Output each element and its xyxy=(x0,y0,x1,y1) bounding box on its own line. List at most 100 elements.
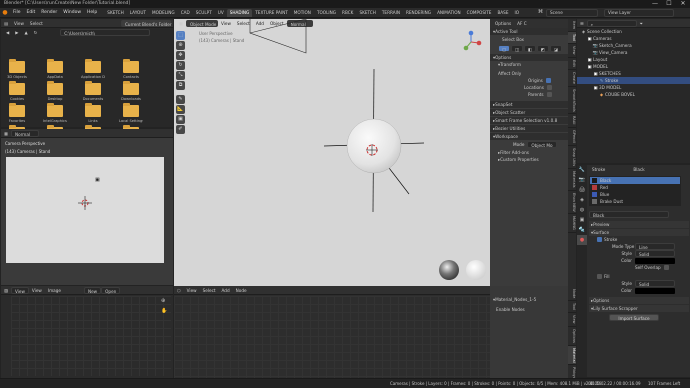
ie-menu-image[interactable]: Image xyxy=(45,287,64,294)
outliner-search-icon[interactable]: ⌕ xyxy=(586,19,637,27)
select-intersect-icon[interactable]: ◪ xyxy=(549,44,562,52)
ie-pan-icon[interactable]: ✋ xyxy=(161,308,167,314)
smart-frame-panel[interactable]: ▸ Smart Frame Selection v1.0.8 xyxy=(490,117,568,124)
ie-menu-view[interactable]: View xyxy=(29,287,45,294)
select-subtract-icon[interactable]: ◧ xyxy=(523,44,536,52)
folder-item[interactable]: Local Settings xyxy=(119,103,143,123)
node-editor-icon[interactable]: ⬡ xyxy=(174,287,184,294)
sidebar-tab-mahng[interactable]: MAHNG xyxy=(568,214,576,234)
select-extend-icon[interactable]: ◫ xyxy=(510,44,523,52)
workspace-tab-uv[interactable]: UV xyxy=(215,9,227,17)
close-button[interactable]: ✕ xyxy=(676,0,690,8)
scene-props-icon[interactable]: ◈ xyxy=(577,195,587,205)
cursor-tool-icon[interactable]: ⊕ xyxy=(176,41,185,50)
folder-item[interactable]: Documents xyxy=(81,81,105,101)
sidebar-tab-materials[interactable]: Materials xyxy=(568,169,576,191)
fb-menu-select[interactable]: Select xyxy=(27,20,46,27)
blender-logo-icon[interactable]: ● xyxy=(0,9,10,16)
sidebar-tab-view[interactable]: View xyxy=(568,44,576,58)
material-slot[interactable]: Brake Dust xyxy=(590,198,680,205)
add-cube-tool-icon[interactable]: ▣ xyxy=(176,115,185,124)
folder-item[interactable]: Cookies xyxy=(5,81,29,101)
render-props-icon[interactable]: 📷 xyxy=(577,175,587,185)
annotate-tool-icon[interactable]: ✎ xyxy=(176,95,185,104)
outliner-item[interactable]: ◆ COUBE BOVEL xyxy=(577,91,690,98)
workspace-tab-layout[interactable]: LAYOUT xyxy=(127,9,149,17)
image-editor-icon[interactable]: ▨ xyxy=(1,287,11,294)
workspace-tab-texture-paint[interactable]: TEXTURE PAINT xyxy=(252,9,291,17)
workspace-tab-animation[interactable]: ANIMATION xyxy=(434,9,464,17)
node-tab-view[interactable]: View xyxy=(568,313,576,327)
fb-menu-view[interactable]: View xyxy=(11,20,27,27)
sphere-object[interactable] xyxy=(324,64,434,214)
ie-view-dropdown[interactable]: View xyxy=(10,286,29,294)
ne-menu-select[interactable]: Select xyxy=(200,287,219,294)
outliner-item[interactable]: ▣ Layout xyxy=(577,56,690,63)
preview-panel[interactable]: ▸ Preview xyxy=(589,221,689,228)
back-icon[interactable]: ◀ xyxy=(3,29,12,36)
select-invert-icon[interactable]: ◩ xyxy=(536,44,549,52)
workspace-mode-dropdown[interactable]: Object Mo xyxy=(527,141,558,148)
sidebar-tab-ehon-new[interactable]: Ehon NEW xyxy=(568,191,576,215)
scale-tool-icon[interactable]: ⤡ xyxy=(176,71,185,80)
move-tool-icon[interactable]: ✥ xyxy=(176,51,185,60)
object-scatter-panel[interactable]: ▸ Object Scatter xyxy=(490,109,568,116)
material-name-field[interactable]: Black xyxy=(589,211,669,218)
workspace-tab-sculpt[interactable]: SCULPT xyxy=(193,9,215,17)
menu-window[interactable]: Window xyxy=(60,8,84,18)
options-panel[interactable]: ▾ Options xyxy=(490,54,568,61)
outliner-item[interactable]: ✎ Stroke xyxy=(577,77,690,84)
path-field[interactable]: C:\Users\rnich\ xyxy=(60,29,151,36)
folder-item[interactable]: Favorites xyxy=(5,103,29,123)
folder-item[interactable]: 3D Objects xyxy=(5,59,29,79)
sidebar-tab-gpencil[interactable]: GPencil xyxy=(568,128,576,147)
stroke-color-swatch[interactable] xyxy=(635,257,675,264)
sidebar-tab-item[interactable]: Item xyxy=(568,19,576,33)
workspace-tab-base[interactable]: BASE xyxy=(494,9,511,17)
workspace-tab-rendering[interactable]: RENDERING xyxy=(403,9,434,17)
sidebar-tab-snap-utils[interactable]: Snap Utils xyxy=(568,146,576,170)
node-tab-tool[interactable]: Tool xyxy=(568,301,576,314)
workspace-tab-terrain[interactable]: TERRAIN xyxy=(379,9,403,17)
workspace-tab-motion[interactable]: MOTION xyxy=(291,9,314,17)
outliner-item[interactable]: ▣ MODEL xyxy=(577,63,690,70)
workspace-panel[interactable]: ▾ Workspace xyxy=(490,133,568,140)
select-new-icon[interactable]: ▢ xyxy=(498,44,510,52)
camera-view-mode[interactable]: Normal xyxy=(10,129,39,137)
viewport-editor-icon[interactable]: ▦ xyxy=(176,20,186,27)
workspace-tab-modeling[interactable]: MODELING xyxy=(149,9,178,17)
fill-style-dropdown[interactable]: Solid xyxy=(635,280,675,287)
fill-color-swatch[interactable] xyxy=(635,287,675,294)
workspace-tab-tooling[interactable]: TOOLING xyxy=(314,9,339,17)
parent-dir-icon[interactable]: ▲ xyxy=(21,29,30,36)
maximize-button[interactable]: ☐ xyxy=(662,0,676,8)
view-layer-selector[interactable]: View Layer xyxy=(604,9,674,17)
refresh-icon[interactable]: ↻ xyxy=(31,29,41,36)
image-editor[interactable]: ▨ View View Image New Open ⊕ ✋ xyxy=(1,286,173,378)
folder-item[interactable]: AppData xyxy=(43,59,67,79)
main-viewport[interactable]: ▦ Object Mode View Select Add Object Nor… xyxy=(174,19,490,287)
select-box-row[interactable]: Select Box xyxy=(490,35,568,44)
vp-menu-view[interactable]: View xyxy=(218,20,234,27)
ne-menu-view[interactable]: View xyxy=(184,287,200,294)
outliner-item[interactable]: 📷 Sketch_Camera xyxy=(577,42,690,49)
menu-help[interactable]: Help xyxy=(84,8,100,18)
ie-zoom-icon[interactable]: ⊕ xyxy=(161,298,165,304)
material-slot[interactable]: Black xyxy=(590,177,680,184)
node-tab-node[interactable]: Node xyxy=(568,287,576,302)
object-mode-dropdown[interactable]: Object Mode xyxy=(185,20,218,27)
transform-tool-icon[interactable]: ⧉ xyxy=(176,81,185,90)
workspace-tab-sketch[interactable]: SKETCH xyxy=(104,9,126,17)
filter-addons-row[interactable]: ▸ Filter Add-ons xyxy=(490,149,568,156)
bookmark-dropdown[interactable]: Current Blend's Folder xyxy=(121,20,172,27)
node-panel-title[interactable]: ▾ Material_Nodes_1-5 xyxy=(490,296,568,303)
ne-menu-add[interactable]: Add xyxy=(219,287,233,294)
line-type-dropdown[interactable]: Line xyxy=(635,243,675,250)
navigation-gizmo-icon[interactable] xyxy=(459,30,483,54)
material-slot[interactable]: Blue xyxy=(590,191,680,198)
workspace-tab-composite[interactable]: COMPOSITE xyxy=(464,9,495,17)
style-dropdown[interactable]: Solid xyxy=(635,250,675,257)
options-panel-props[interactable]: ▸ Options xyxy=(589,297,689,304)
locations-checkbox[interactable]: Locations xyxy=(490,84,568,91)
outliner-item[interactable]: ▣ Cameras xyxy=(577,35,690,42)
